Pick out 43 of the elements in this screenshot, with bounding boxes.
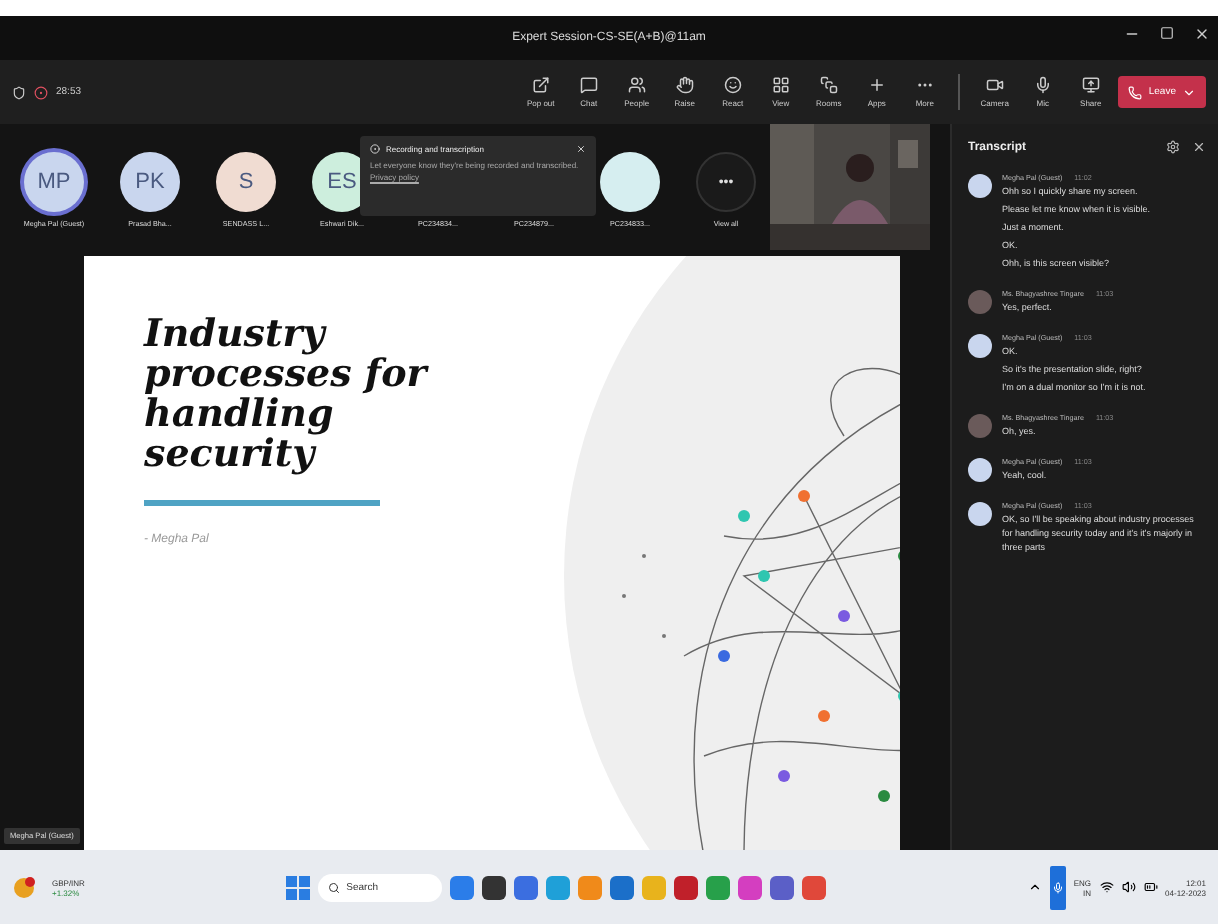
chart-icon (12, 875, 36, 899)
shield-icon (12, 85, 26, 99)
microphone-icon (1051, 881, 1064, 893)
participant-avatar[interactable]: PK (120, 152, 180, 212)
chevron-icon[interactable] (1027, 880, 1042, 894)
grid-icon (771, 76, 790, 94)
plus-icon (867, 76, 886, 94)
windows-icon[interactable] (286, 875, 311, 899)
speaker-avatar (968, 333, 992, 358)
app-icon[interactable] (482, 875, 507, 899)
close-icon[interactable] (1194, 26, 1210, 42)
maximize-icon[interactable] (1160, 26, 1174, 40)
pop-out-icon (531, 76, 550, 94)
smiley-icon (723, 76, 742, 94)
hand-icon (675, 76, 694, 94)
participant-avatar[interactable] (600, 152, 660, 212)
participant-avatar[interactable]: MP (24, 152, 84, 212)
speaker-photo (968, 413, 992, 438)
phone-icon (1128, 85, 1143, 99)
speaker-avatar (968, 457, 992, 482)
stacked-squares-icon (819, 76, 838, 94)
camera-icon (985, 76, 1004, 94)
close-icon[interactable] (1192, 140, 1206, 154)
speaker-avatar (968, 174, 992, 198)
recording-icon (370, 144, 380, 154)
speaker-icon[interactable] (1121, 880, 1136, 894)
speaker-photo (968, 289, 992, 314)
caret-icon (1182, 85, 1196, 99)
slide-title: Industry processes for handling security (144, 316, 431, 476)
microphone-icon (1033, 76, 1052, 94)
people-icon (627, 76, 646, 94)
wifi-icon[interactable] (1099, 880, 1114, 894)
battery-icon[interactable] (1143, 880, 1158, 894)
speaker-avatar (968, 501, 992, 526)
chat-icon (579, 76, 598, 94)
microphone-tile[interactable] (1049, 865, 1066, 909)
recording-icon (34, 85, 48, 99)
screen-share-icon (1081, 76, 1100, 94)
participant-avatar[interactable]: S (216, 152, 276, 212)
settings-icon[interactable] (1166, 140, 1180, 154)
search-icon (328, 881, 341, 893)
app-icon[interactable] (770, 875, 795, 899)
app-icon[interactable] (674, 875, 699, 899)
